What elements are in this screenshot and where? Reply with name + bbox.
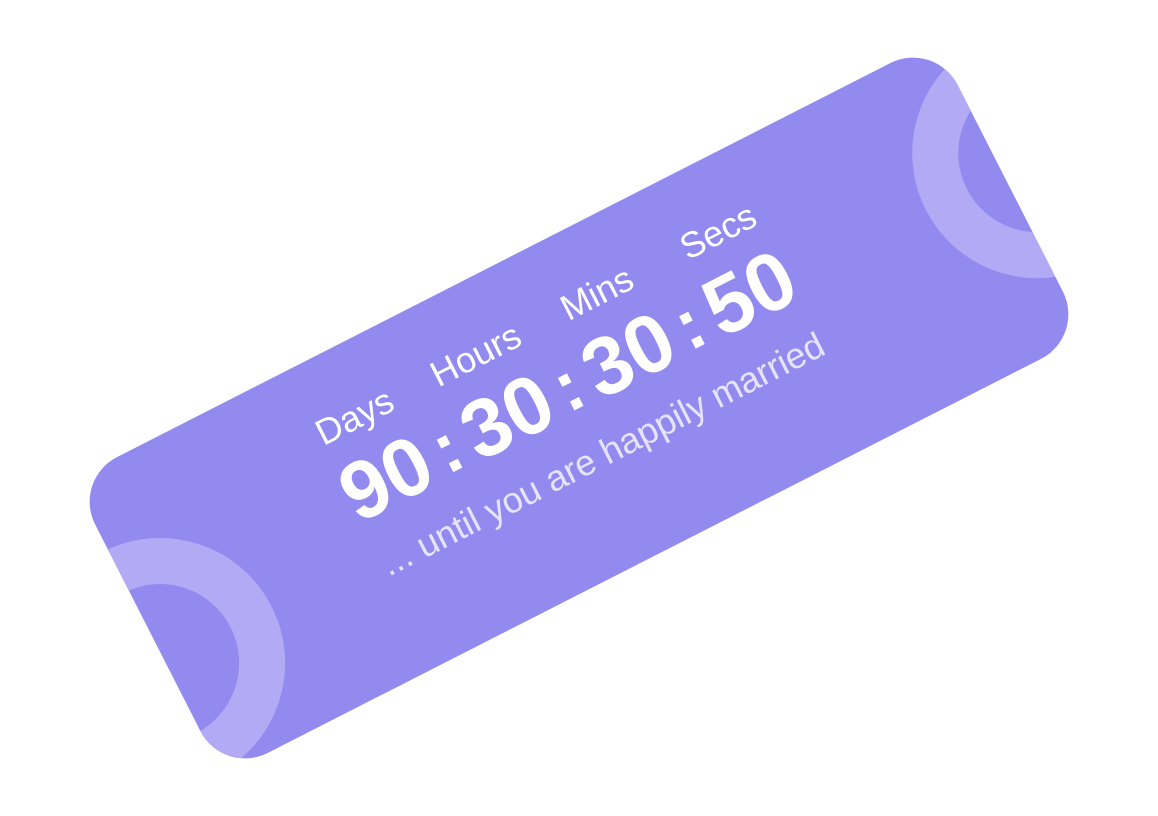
countdown-card: Days 90 : Hours 30 : Mins 30 : Secs 50 .… xyxy=(72,40,1086,776)
countdown-content: Days 90 : Hours 30 : Mins 30 : Secs 50 .… xyxy=(95,85,1044,694)
widget-stage: Days 90 : Hours 30 : Mins 30 : Secs 50 .… xyxy=(0,0,1158,816)
